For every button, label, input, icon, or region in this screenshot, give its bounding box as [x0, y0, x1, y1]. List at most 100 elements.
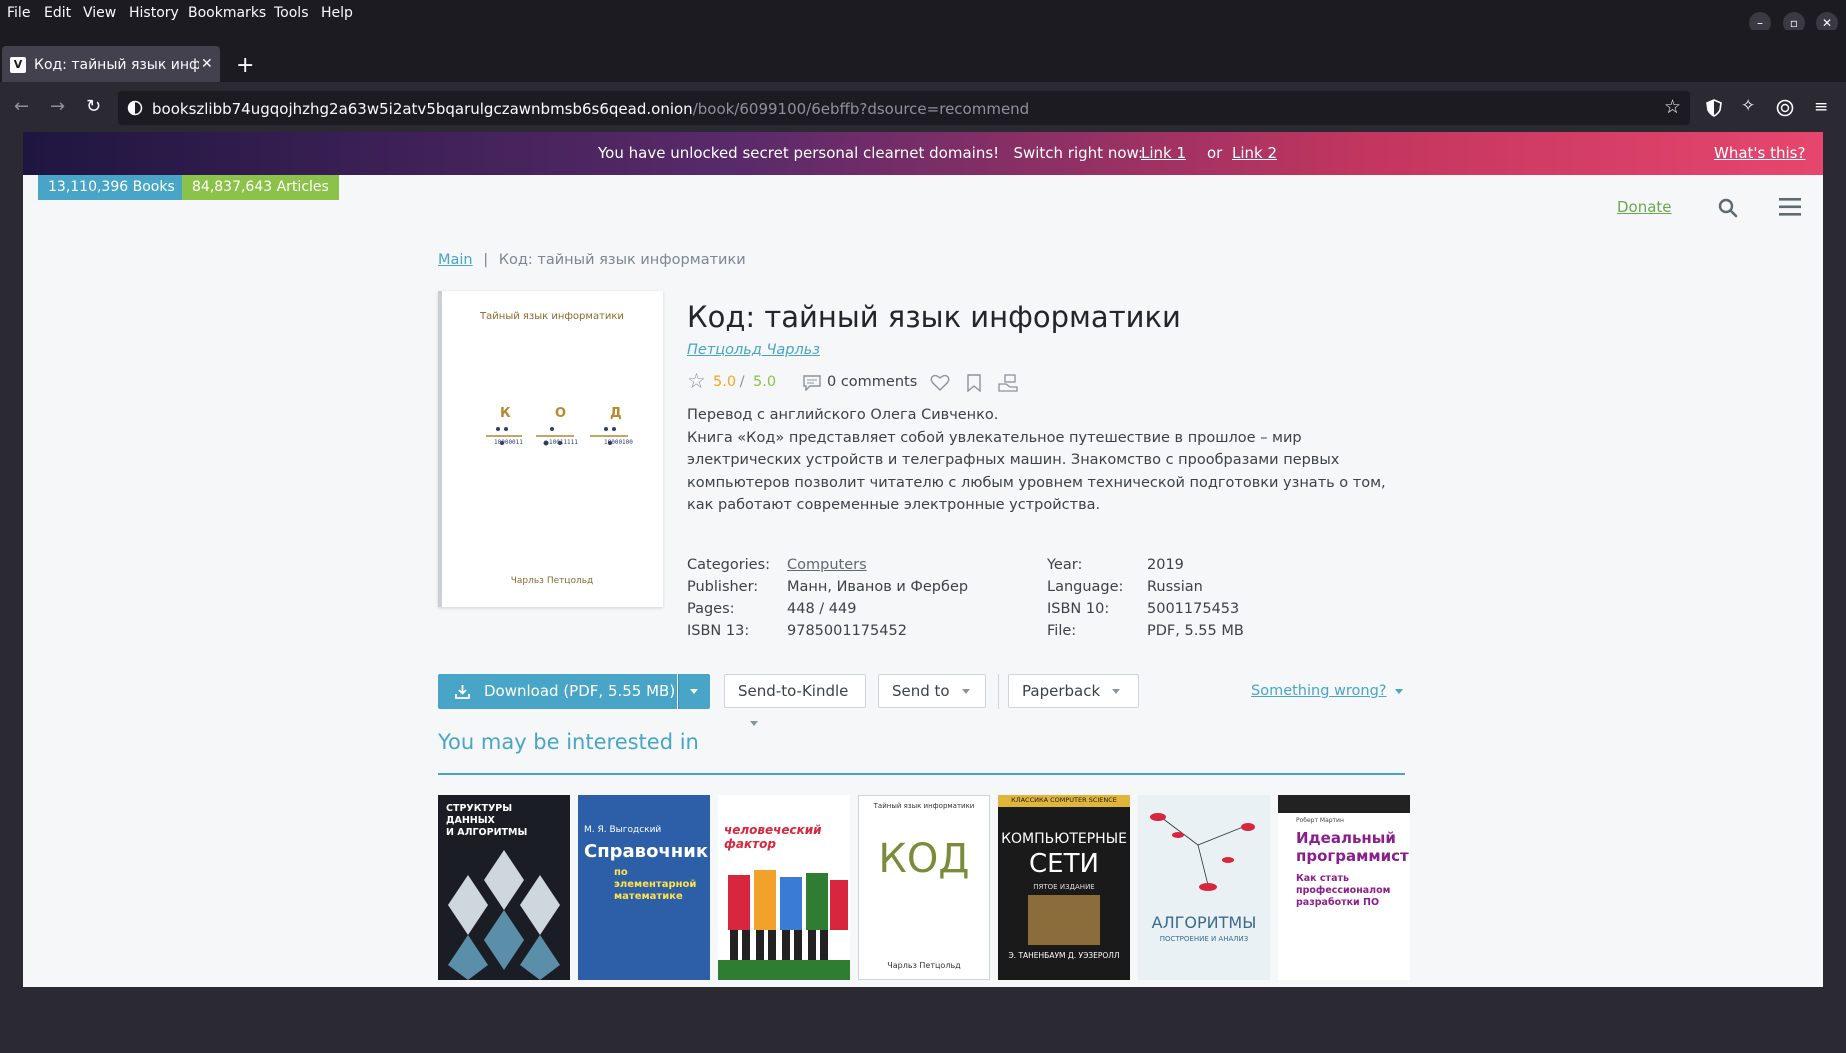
book-cover[interactable]: Тайный язык информатики К О Д 10000011 1… [438, 291, 663, 607]
recommended-book-6[interactable]: АЛГОРИТМЫ ПОСТРОЕНИЕ И АНАЛИЗ [1138, 795, 1270, 980]
forward-icon[interactable]: → [50, 96, 65, 117]
cover-4-title: КОД [878, 836, 970, 882]
pages-label: Pages: [687, 601, 735, 617]
year-value: 2019 [1147, 557, 1184, 573]
download-label: Download (PDF, 5.55 MB) [484, 682, 676, 700]
favorite-heart-icon[interactable] [930, 374, 950, 392]
rating-separator: / [735, 374, 750, 390]
comments-count[interactable]: 0 comments [827, 374, 917, 390]
clearnet-banner: You have unlocked secret personal clearn… [23, 132, 1823, 175]
recommended-book-3[interactable]: человеческий фактор [718, 795, 850, 980]
magic-wand-icon[interactable]: ✧ [1741, 96, 1755, 116]
something-wrong-link[interactable]: Something wrong? [1251, 683, 1403, 699]
recommended-book-1[interactable]: СТРУКТУРЫ ДАННЫХ И АЛГОРИТМЫ [438, 795, 570, 980]
isbn13-value: 9785001175452 [787, 623, 907, 639]
tor-circuit-icon[interactable] [1776, 99, 1794, 117]
banner-link-2[interactable]: Link 2 [1232, 144, 1277, 162]
description-line-2: Книга «Код» представляет собой увлекател… [687, 429, 1386, 514]
cover-5-title-2: СЕТИ [1029, 849, 1099, 879]
publisher-label: Publisher: [687, 579, 759, 595]
cover-2-author: М. Я. Выгодский [584, 825, 662, 835]
banner-link-1[interactable]: Link 1 [1141, 144, 1186, 162]
browser-tab[interactable]: V Код: тайный язык инфор ✕ [2, 46, 220, 86]
cover-6-art [1150, 813, 1255, 891]
cover-5-art [1028, 895, 1100, 945]
menu-tools[interactable]: Tools [274, 5, 309, 21]
bookmark-icon[interactable] [967, 374, 981, 392]
isbn10-value: 5001175453 [1147, 601, 1240, 617]
menu-edit[interactable]: Edit [44, 5, 71, 21]
hamburger-menu-icon[interactable]: ≡ [1814, 97, 1828, 117]
paperback-label: Paperback [1022, 682, 1101, 700]
menu-view[interactable]: View [83, 5, 116, 21]
description-line-1: Перевод с английского Олега Сивченко. [687, 407, 999, 423]
breadcrumb-main[interactable]: Main [438, 252, 473, 268]
tab-favicon-icon: V [10, 57, 26, 73]
caret-down-icon [1394, 688, 1403, 694]
donate-book-icon[interactable] [998, 374, 1020, 392]
send-to-label: Send to [892, 682, 950, 700]
caret-down-icon [690, 689, 698, 694]
whats-this-link[interactable]: What's this? [1714, 144, 1805, 162]
download-icon [455, 685, 470, 699]
star-rating-icon[interactable]: ☆ [687, 369, 706, 393]
rating-quality: 5.0 [753, 374, 777, 390]
reload-icon[interactable]: ↻ [86, 96, 101, 117]
cover-code-3: 10000100 [604, 439, 633, 446]
menu-bookmarks[interactable]: Bookmarks [188, 5, 266, 21]
caret-down-icon [750, 721, 758, 726]
recommended-book-7[interactable]: Роберт Мартин Идеальный программист Как … [1278, 795, 1410, 980]
cover-5-series: КЛАССИКА COMPUTER SCIENCE [1011, 796, 1117, 804]
file-label: File: [1047, 623, 1077, 639]
donate-link[interactable]: Donate [1617, 198, 1672, 216]
banner-or: or [1207, 144, 1223, 162]
cover-7-subtitle: Как стать профессионалом разработки ПО [1296, 873, 1391, 908]
recommended-book-4[interactable]: Тайный язык информатики КОД Чарльз Петцо… [858, 795, 990, 980]
comment-icon[interactable] [803, 375, 821, 391]
send-to-button[interactable]: Send to [878, 674, 986, 708]
url-host: bookszlibb74ugqojhzhg2a63w5i2atv5bqarulg… [152, 100, 693, 118]
recommended-book-2[interactable]: М. Я. Выгодский Справочник по элементарн… [578, 795, 710, 980]
cover-4-author: Чарльз Петцольд [887, 961, 961, 970]
send-to-kindle-label: Send-to-Kindle [738, 682, 849, 700]
menu-file[interactable]: File [7, 5, 30, 21]
recommended-book-5[interactable]: КЛАССИКА COMPUTER SCIENCE КОМПЬЮТЕРНЫЕ С… [998, 795, 1130, 980]
menu-history[interactable]: History [129, 5, 179, 21]
shield-icon[interactable] [1706, 99, 1722, 117]
download-button[interactable]: Download (PDF, 5.55 MB) [438, 674, 677, 709]
new-tab-icon[interactable]: + [236, 53, 254, 78]
cover-1-line-1: СТРУКТУРЫ ДАННЫХ [446, 803, 513, 826]
rating-value: 5.0 [713, 374, 737, 390]
search-icon[interactable] [1718, 198, 1738, 218]
cover-morse-art [486, 427, 628, 446]
cover-6-title: АЛГОРИТМЫ [1151, 913, 1257, 932]
cover-4-top: Тайный язык информатики [873, 802, 975, 810]
send-to-kindle-button[interactable]: Send-to-Kindle [724, 674, 866, 726]
breadcrumb-separator: | [483, 252, 489, 268]
tab-close-icon[interactable]: ✕ [201, 56, 213, 72]
publisher-value: Манн, Иванов и Фербер [787, 579, 969, 595]
book-author-link[interactable]: Петцольд Чарльз [687, 342, 820, 358]
paperback-button[interactable]: Paperback [1008, 674, 1139, 708]
cover-author-text: Чарльз Петцольд [510, 576, 594, 586]
cover-top-text: Тайный язык информатики [480, 311, 624, 322]
page-viewport: You have unlocked secret personal clearn… [23, 132, 1823, 987]
caret-down-icon [1112, 689, 1121, 694]
url-path: /book/6099100/6ebffb?dsource=recommend [692, 100, 1030, 118]
categories-value[interactable]: Computers [787, 557, 867, 573]
menu-help[interactable]: Help [321, 5, 353, 21]
books-count-badge[interactable]: 13,110,396 Books [38, 175, 185, 200]
back-icon[interactable]: ← [14, 96, 29, 117]
site-menu-icon[interactable] [1779, 198, 1801, 216]
cover-2-subtitle: по элементарной математике [614, 867, 697, 902]
url-text[interactable]: bookszlibb74ugqojhzhg2a63w5i2atv5bqarulg… [152, 100, 1029, 118]
divider [998, 674, 999, 709]
cover-1-art [448, 850, 560, 980]
year-label: Year: [1047, 557, 1083, 573]
tab-title: Код: тайный язык инфор [34, 57, 199, 73]
cover-6-subtitle: ПОСТРОЕНИЕ И АНАЛИЗ [1159, 935, 1249, 943]
bookmark-star-icon[interactable]: ☆ [1664, 96, 1681, 118]
download-options-button[interactable] [678, 674, 710, 709]
cover-code-1: 10000011 [494, 439, 523, 446]
articles-count-badge[interactable]: 84,837,643 Articles [182, 175, 339, 200]
